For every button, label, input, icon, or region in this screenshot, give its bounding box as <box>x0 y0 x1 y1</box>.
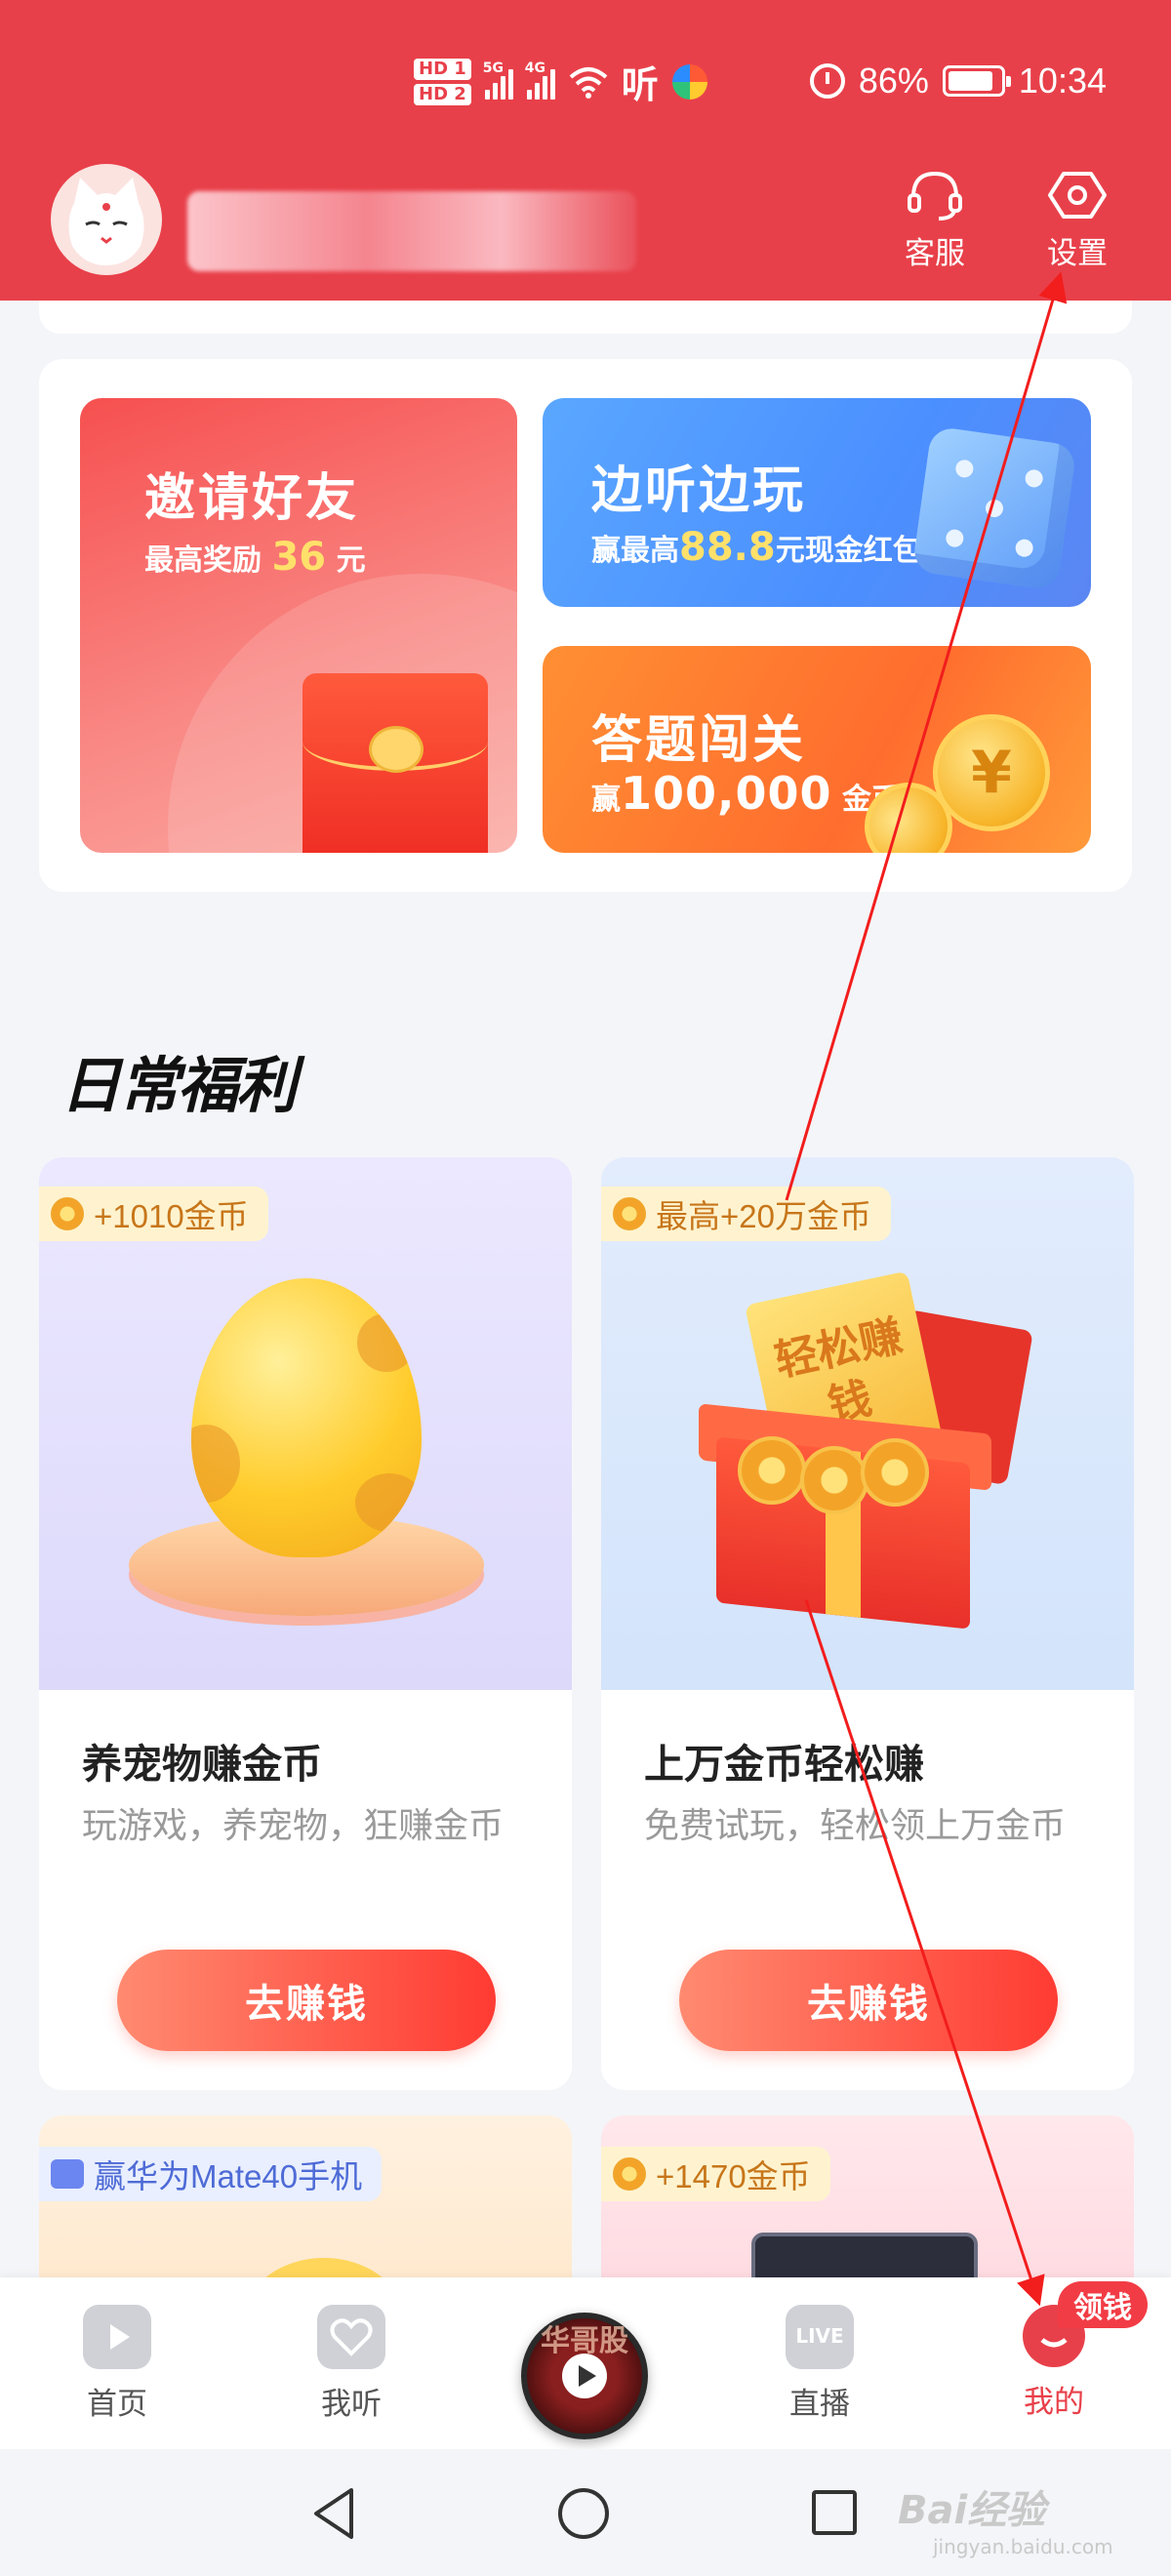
customer-service-label: 客服 <box>905 236 965 271</box>
header: HD 1 HD 2 5G 4G 听 86% 10:34 客服 设置 <box>0 0 1171 301</box>
hd1-label: HD 1 <box>414 58 471 80</box>
coin-icon <box>861 1438 929 1507</box>
play-icon <box>562 2354 607 2398</box>
status-right: 86% 10:34 <box>809 60 1107 101</box>
quiz-subtitle: 赢100,000 金币 <box>591 767 901 820</box>
status-left: HD 1 HD 2 5G 4G 听 <box>414 55 707 108</box>
play-subtitle: 赢最高88.8元现金红包 <box>591 525 922 570</box>
coin-icon <box>613 2157 646 2191</box>
earn-money-button[interactable]: 去赚钱 <box>679 1950 1058 2051</box>
bottom-nav: 首页 我听 华哥股 LIVE 直播 我的 <box>0 2277 1171 2449</box>
recent-apps-icon[interactable] <box>812 2490 857 2535</box>
promo-card: 邀请好友 最高奖励 36 元 边听边玩 赢最高88.8元现金红包 答题闯关 赢1… <box>39 359 1132 892</box>
dice-icon <box>911 425 1077 591</box>
claim-money-badge[interactable]: 领钱 <box>1058 2281 1148 2328</box>
signal-1-label: 5G <box>482 60 505 76</box>
nav-home[interactable]: 首页 <box>49 2305 185 2423</box>
gift-icon <box>51 2159 84 2189</box>
nav-live-label: 直播 <box>789 2387 850 2422</box>
clock: 10:34 <box>1018 60 1107 101</box>
coin-icon <box>51 1197 84 1230</box>
badge-text: +1010金币 <box>94 1198 249 1234</box>
invite-sub-prefix: 最高奖励 <box>144 543 272 578</box>
nav-listen-label: 我听 <box>321 2387 382 2422</box>
coin-icon <box>613 1197 646 1230</box>
home-circle-icon[interactable] <box>558 2488 609 2539</box>
card-strip <box>39 301 1132 334</box>
earn-money-button[interactable]: 去赚钱 <box>117 1950 496 2051</box>
headset-icon <box>908 171 962 221</box>
back-icon[interactable] <box>310 2486 359 2541</box>
nav-mine-label: 我的 <box>1024 2385 1084 2420</box>
egg-icon <box>191 1278 422 1557</box>
invite-sub-suffix: 元 <box>326 543 366 578</box>
live-icon-text: LIVE <box>795 2324 844 2348</box>
coin-reward-badge: +1010金币 <box>39 1187 268 1241</box>
baidu-watermark: Bai经验 jingyan.baidu.com <box>898 2478 1113 2558</box>
coin-icon <box>800 1446 868 1514</box>
red-envelope-icon <box>303 673 488 853</box>
nav-my-listen[interactable]: 我听 <box>283 2305 420 2423</box>
heart-icon <box>317 2305 385 2369</box>
quiz-sub-prefix: 赢 <box>591 783 621 817</box>
quiz-sub-value: 100,000 <box>621 767 832 820</box>
daily-title-text: 日常福利 <box>61 1050 297 1121</box>
battery-percent: 86% <box>858 60 929 101</box>
nav-home-label: 首页 <box>87 2387 147 2422</box>
live-tv-icon: LIVE <box>786 2305 854 2369</box>
app-notification-icon: 听 <box>621 63 659 106</box>
invite-subtitle: 最高奖励 36 元 <box>144 535 366 580</box>
play-sub-value: 88.8 <box>679 525 776 570</box>
daily-benefits-title: 日常福利 <box>61 1036 297 1124</box>
signal-icon-1: 5G <box>483 60 513 100</box>
play-sub-suffix: 元现金红包 <box>775 534 922 568</box>
nav-live[interactable]: LIVE 直播 <box>751 2305 888 2423</box>
alarm-icon <box>809 63 845 99</box>
invite-title: 邀请好友 <box>144 469 360 528</box>
battery-icon <box>942 65 1011 97</box>
coin-icon <box>738 1436 806 1505</box>
coin-reward-badge: 最高+20万金币 <box>601 1187 891 1241</box>
badge-text: 最高+20万金币 <box>656 1198 871 1234</box>
invite-sub-value: 36 <box>271 535 327 580</box>
settings-label: 设置 <box>1047 236 1108 271</box>
task-description: 免费试玩，轻松领上万金币 <box>644 1806 1067 1846</box>
watermark-url: jingyan.baidu.com <box>933 2535 1113 2558</box>
coin-reward-badge: +1470金币 <box>601 2147 830 2201</box>
settings-button[interactable]: 设置 <box>1046 168 1109 272</box>
task-description: 玩游戏，养宠物，狂赚金币 <box>82 1806 505 1846</box>
pet-task-card[interactable]: +1010金币 养宠物赚金币 玩游戏，养宠物，狂赚金币 去赚钱 <box>39 1157 572 2090</box>
avatar[interactable] <box>51 164 162 275</box>
pet-egg-illustration: +1010金币 <box>39 1157 572 1690</box>
quiz-challenge-tile[interactable]: 答题闯关 赢100,000 金币 ¥ <box>543 646 1091 853</box>
listen-and-play-tile[interactable]: 边听边玩 赢最高88.8元现金红包 <box>543 398 1091 607</box>
now-playing-disc[interactable]: 华哥股 <box>521 2313 648 2439</box>
status-bar: HD 1 HD 2 5G 4G 听 86% 10:34 <box>0 0 1171 176</box>
signal-2-label: 4G <box>524 60 546 76</box>
badge-text: +1470金币 <box>656 2158 811 2194</box>
home-play-icon <box>83 2305 151 2369</box>
signal-icon-2: 4G <box>525 60 555 100</box>
customer-service-button[interactable]: 客服 <box>904 168 966 272</box>
wifi-icon <box>569 66 608 99</box>
invite-friends-tile[interactable]: 邀请好友 最高奖励 36 元 <box>80 398 517 853</box>
prize-badge: 赢华为Mate40手机 <box>39 2147 383 2201</box>
task-title: 养宠物赚金币 <box>82 1741 322 1788</box>
watermark-brand: Bai经验 <box>898 2488 1046 2533</box>
play-sub-prefix: 赢最高 <box>591 534 679 568</box>
gift-box-illustration: 轻松赚钱 最高+20万金币 <box>601 1157 1134 1690</box>
cat-avatar-icon <box>68 178 144 265</box>
colorful-app-icon <box>671 63 707 100</box>
play-title: 边听边玩 <box>591 462 807 520</box>
username-blurred <box>187 191 636 271</box>
settings-hexagon-icon <box>1048 172 1107 219</box>
hd-indicator: HD 1 HD 2 <box>414 58 471 105</box>
badge-text: 赢华为Mate40手机 <box>94 2158 363 2194</box>
coin-task-card[interactable]: 轻松赚钱 最高+20万金币 上万金币轻松赚 免费试玩，轻松领上万金币 去赚钱 <box>601 1157 1134 2090</box>
task-title: 上万金币轻松赚 <box>644 1741 924 1788</box>
hd2-label: HD 2 <box>414 83 471 105</box>
quiz-title: 答题闯关 <box>591 711 807 770</box>
